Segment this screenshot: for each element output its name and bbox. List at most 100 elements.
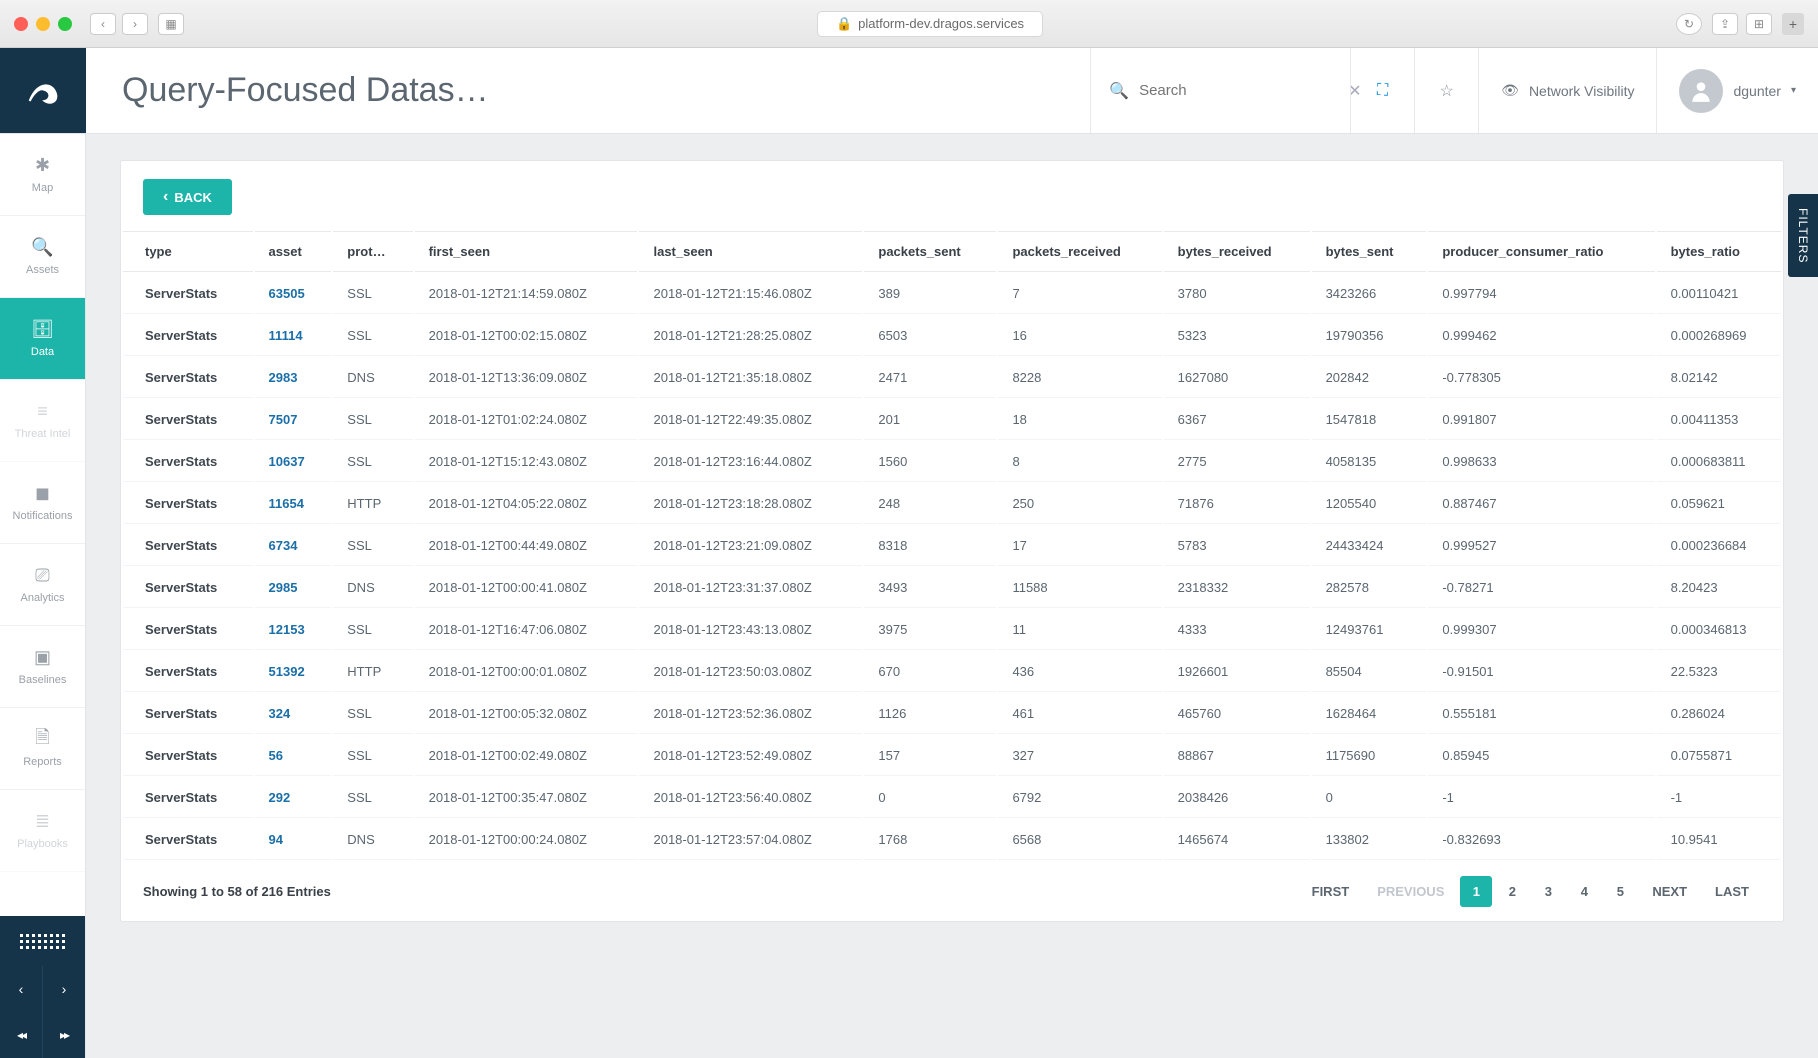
favorite-button[interactable]: ☆ xyxy=(1414,48,1478,133)
table-cell: ServerStats xyxy=(123,316,253,356)
sidebar-item-notifications[interactable]: ◼Notifications xyxy=(0,462,85,544)
column-header[interactable]: bytes_received xyxy=(1164,231,1310,272)
table-row[interactable]: ServerStats324SSL2018-01-12T00:05:32.080… xyxy=(123,694,1781,734)
back-button[interactable]: BACK xyxy=(143,179,232,215)
keyboard-grid-button[interactable] xyxy=(0,916,85,966)
column-header[interactable]: last_seen xyxy=(639,231,862,272)
share-icon[interactable]: ⇪ xyxy=(1712,13,1738,35)
filters-tab[interactable]: FILTERS xyxy=(1788,194,1818,277)
sidebar-item-reports[interactable]: 🗎Reports xyxy=(0,708,85,790)
asset-link-cell[interactable]: 292 xyxy=(255,778,332,818)
table-cell: 2018-01-12T23:31:37.080Z xyxy=(639,568,862,608)
sidebar-first[interactable]: ◂◂ xyxy=(0,1012,43,1058)
table-row[interactable]: ServerStats7507SSL2018-01-12T01:02:24.08… xyxy=(123,400,1781,440)
page-last[interactable]: LAST xyxy=(1703,876,1761,907)
table-cell: 6503 xyxy=(864,316,996,356)
table-row[interactable]: ServerStats2985DNS2018-01-12T00:00:41.08… xyxy=(123,568,1781,608)
expand-icon: ⛶ xyxy=(1377,82,1388,100)
table-cell: 0.887467 xyxy=(1428,484,1654,524)
sidebar-item-threat-intel[interactable]: ≡Threat Intel xyxy=(0,380,85,462)
sidebar-last[interactable]: ▸▸ xyxy=(43,1012,85,1058)
add-tab-button[interactable]: + xyxy=(1782,13,1804,35)
user-menu[interactable]: dgunter ▾ xyxy=(1656,48,1818,133)
browser-back[interactable]: ‹ xyxy=(90,13,116,35)
sidebar-item-assets[interactable]: 🔍Assets xyxy=(0,216,85,298)
browser-forward[interactable]: › xyxy=(122,13,148,35)
browser-tabs-icon[interactable]: ▦ xyxy=(158,13,184,35)
page-number[interactable]: 5 xyxy=(1604,876,1636,907)
asset-link-cell[interactable]: 324 xyxy=(255,694,332,734)
table-cell: -1 xyxy=(1428,778,1654,818)
table-row[interactable]: ServerStats12153SSL2018-01-12T16:47:06.0… xyxy=(123,610,1781,650)
table-cell: ServerStats xyxy=(123,568,253,608)
table-row[interactable]: ServerStats6734SSL2018-01-12T00:44:49.08… xyxy=(123,526,1781,566)
column-header[interactable]: packets_received xyxy=(998,231,1161,272)
asset-link-cell[interactable]: 6734 xyxy=(255,526,332,566)
table-cell: 8 xyxy=(998,442,1161,482)
table-row[interactable]: ServerStats2983DNS2018-01-12T13:36:09.08… xyxy=(123,358,1781,398)
new-tab-icon[interactable]: ⊞ xyxy=(1746,13,1772,35)
table-cell: 461 xyxy=(998,694,1161,734)
asset-link-cell[interactable]: 2983 xyxy=(255,358,332,398)
asset-link-cell[interactable]: 94 xyxy=(255,820,332,860)
table-row[interactable]: ServerStats292SSL2018-01-12T00:35:47.080… xyxy=(123,778,1781,818)
page-number[interactable]: 4 xyxy=(1568,876,1600,907)
asset-link-cell[interactable]: 63505 xyxy=(255,274,332,314)
data-table: typeassetprot…first_seenlast_seenpackets… xyxy=(121,229,1783,862)
column-header[interactable]: bytes_ratio xyxy=(1657,231,1781,272)
asset-link-cell[interactable]: 11654 xyxy=(255,484,332,524)
asset-link-cell[interactable]: 10637 xyxy=(255,442,332,482)
column-header[interactable]: type xyxy=(123,231,253,272)
asset-link-cell[interactable]: 56 xyxy=(255,736,332,776)
table-cell: 17 xyxy=(998,526,1161,566)
table-row[interactable]: ServerStats56SSL2018-01-12T00:02:49.080Z… xyxy=(123,736,1781,776)
avatar-icon xyxy=(1679,69,1723,113)
sidebar-item-map[interactable]: ✱Map xyxy=(0,134,85,216)
network-visibility-button[interactable]: 👁 Network Visibility xyxy=(1478,48,1656,133)
window-traffic-lights xyxy=(14,17,72,31)
asset-link-cell[interactable]: 2985 xyxy=(255,568,332,608)
asset-link-cell[interactable]: 11114 xyxy=(255,316,332,356)
column-header[interactable]: asset xyxy=(255,231,332,272)
sidebar-item-baselines[interactable]: ▣Baselines xyxy=(0,626,85,708)
close-window[interactable] xyxy=(14,17,28,31)
page-first[interactable]: FIRST xyxy=(1300,876,1362,907)
maximize-window[interactable] xyxy=(58,17,72,31)
sidebar-prev[interactable]: ‹ xyxy=(0,966,43,1012)
table-cell: 8318 xyxy=(864,526,996,566)
page-next[interactable]: NEXT xyxy=(1640,876,1699,907)
sidebar-item-playbooks[interactable]: ≣Playbooks xyxy=(0,790,85,872)
sidebar-next[interactable]: › xyxy=(43,966,85,1012)
column-header[interactable]: producer_consumer_ratio xyxy=(1428,231,1654,272)
asset-link-cell[interactable]: 7507 xyxy=(255,400,332,440)
column-header[interactable]: prot… xyxy=(333,231,412,272)
minimize-window[interactable] xyxy=(36,17,50,31)
fullscreen-button[interactable]: ⛶ xyxy=(1350,48,1414,133)
page-number[interactable]: 1 xyxy=(1460,876,1492,907)
asset-link-cell[interactable]: 12153 xyxy=(255,610,332,650)
search-box[interactable]: 🔍 ✕ xyxy=(1090,48,1350,133)
table-row[interactable]: ServerStats94DNS2018-01-12T00:00:24.080Z… xyxy=(123,820,1781,860)
column-header[interactable]: bytes_sent xyxy=(1312,231,1427,272)
table-row[interactable]: ServerStats11114SSL2018-01-12T00:02:15.0… xyxy=(123,316,1781,356)
search-input[interactable] xyxy=(1139,82,1338,99)
brand-logo[interactable] xyxy=(0,48,86,133)
table-row[interactable]: ServerStats51392HTTP2018-01-12T00:00:01.… xyxy=(123,652,1781,692)
table-cell: 2018-01-12T23:52:49.080Z xyxy=(639,736,862,776)
column-header[interactable]: packets_sent xyxy=(864,231,996,272)
page-number[interactable]: 3 xyxy=(1532,876,1564,907)
table-row[interactable]: ServerStats63505SSL2018-01-12T21:14:59.0… xyxy=(123,274,1781,314)
page-number[interactable]: 2 xyxy=(1496,876,1528,907)
sidebar-item-data[interactable]: 🗄Data xyxy=(0,298,85,380)
table-cell: 2018-01-12T21:15:46.080Z xyxy=(639,274,862,314)
sidebar-item-analytics[interactable]: ⎚Analytics xyxy=(0,544,85,626)
table-row[interactable]: ServerStats10637SSL2018-01-12T15:12:43.0… xyxy=(123,442,1781,482)
column-header[interactable]: first_seen xyxy=(415,231,638,272)
reload-icon[interactable]: ↻ xyxy=(1676,13,1702,35)
table-cell: 18 xyxy=(998,400,1161,440)
table-cell: 22.5323 xyxy=(1657,652,1781,692)
page-previous[interactable]: PREVIOUS xyxy=(1365,876,1456,907)
address-bar[interactable]: 🔒 platform-dev.dragos.services xyxy=(817,11,1043,37)
asset-link-cell[interactable]: 51392 xyxy=(255,652,332,692)
table-row[interactable]: ServerStats11654HTTP2018-01-12T04:05:22.… xyxy=(123,484,1781,524)
